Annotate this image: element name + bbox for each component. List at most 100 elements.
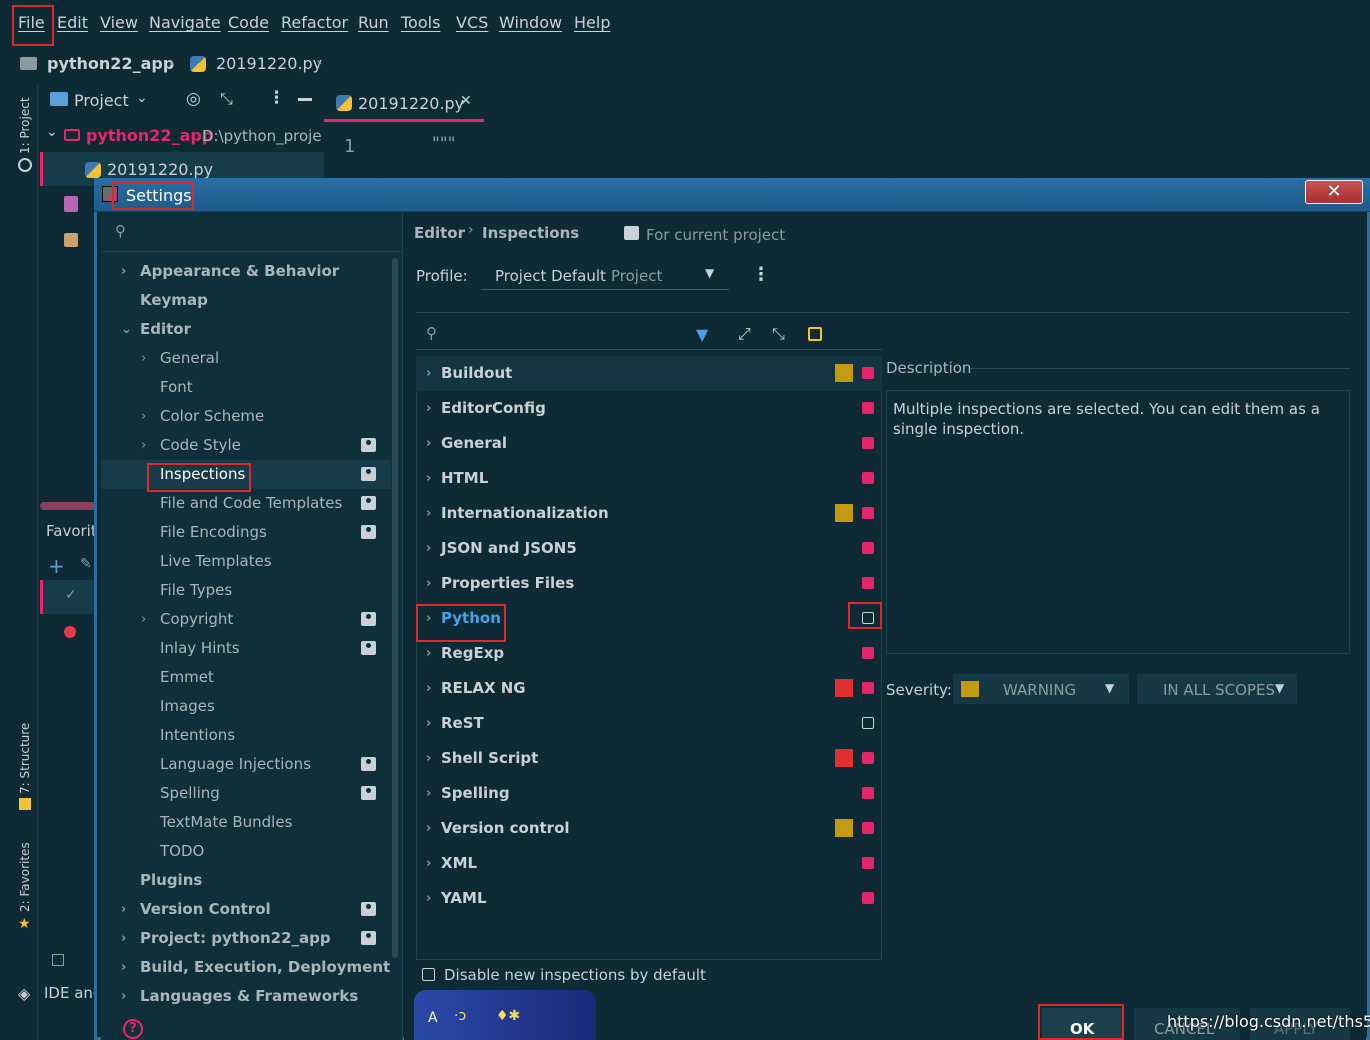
chevron-right-icon[interactable]: › [426, 496, 431, 531]
inspection-checkbox[interactable] [862, 892, 874, 904]
settings-tree-item[interactable]: Inspections [101, 460, 391, 489]
chevron-right-icon[interactable]: › [426, 671, 431, 706]
settings-tree-item[interactable]: Spelling [101, 779, 391, 808]
ok-button[interactable]: OK [1042, 1008, 1122, 1040]
chevron-right-icon[interactable]: › [121, 924, 126, 953]
settings-tree-item[interactable]: File Encodings [101, 518, 391, 547]
settings-tree-item[interactable]: Keymap [101, 286, 391, 315]
chevron-right-icon[interactable]: › [426, 601, 431, 636]
settings-tree-item[interactable]: TextMate Bundles [101, 808, 391, 837]
inspection-checkbox[interactable] [862, 402, 874, 414]
chevron-right-icon[interactable]: › [141, 605, 146, 634]
breadcrumb-project[interactable]: python22_app [47, 54, 174, 73]
settings-tree-item[interactable]: › Color Scheme [101, 402, 391, 431]
ime-punct-icon[interactable]: ·ↄ [454, 1008, 466, 1024]
settings-tree-item[interactable]: › Languages & Frameworks [101, 982, 391, 1011]
minimize-icon[interactable] [298, 98, 312, 101]
menu-window[interactable]: Window [499, 13, 562, 32]
chevron-right-icon[interactable]: › [141, 402, 146, 431]
settings-tree-item[interactable]: Font [101, 373, 391, 402]
collapse-icon[interactable]: ⤡ [220, 89, 233, 109]
inspection-checkbox[interactable] [862, 472, 874, 484]
reset-icon[interactable] [808, 327, 822, 341]
ime-skin-icon[interactable]: ♦✱ [496, 1008, 520, 1024]
chevron-down-icon[interactable]: ⌄ [121, 315, 132, 344]
inspection-checkbox[interactable] [862, 367, 874, 379]
help-icon[interactable]: ? [123, 1019, 143, 1039]
menu-view[interactable]: View [100, 13, 138, 32]
menu-run[interactable]: Run [358, 13, 389, 32]
menu-refactor[interactable]: Refactor [281, 13, 348, 32]
menu-tools[interactable]: Tools [401, 13, 440, 32]
scroll-thumb[interactable] [40, 502, 96, 510]
inspection-checkbox[interactable] [862, 507, 874, 519]
profile-menu-icon[interactable]: ⋮ [752, 264, 770, 285]
severity-select[interactable]: WARNING ▼ [953, 674, 1129, 704]
edit-icon[interactable]: ✎ [80, 556, 92, 572]
settings-tree-item[interactable]: › Copyright [101, 605, 391, 634]
chevron-right-icon[interactable]: › [121, 982, 126, 1011]
settings-search[interactable]: ⚲ [101, 212, 403, 252]
inspection-checkbox[interactable] [862, 682, 874, 694]
structure-tool-tab[interactable]: 7: Structure [18, 723, 32, 794]
settings-tree-item[interactable]: Emmet [101, 663, 391, 692]
editor-tab[interactable]: 20191220.py ✕ [324, 84, 484, 122]
menu-help[interactable]: Help [574, 13, 610, 32]
menu-vcs[interactable]: VCS [456, 13, 488, 32]
add-icon[interactable]: + [48, 554, 65, 578]
collapse-all-icon[interactable]: ⤡ [772, 324, 785, 344]
inspection-row[interactable]: › General [416, 426, 882, 461]
inspection-checkbox[interactable] [862, 542, 874, 554]
settings-tree-item[interactable]: › Version Control [101, 895, 391, 924]
chevron-down-icon[interactable]: ⌄ [136, 90, 148, 106]
chevron-right-icon[interactable]: › [426, 706, 431, 741]
profile-select[interactable]: Project Default Project ▼ [481, 262, 729, 290]
inspection-row[interactable]: › ReST [416, 706, 882, 741]
chevron-right-icon[interactable]: › [141, 344, 146, 373]
inspection-row[interactable]: › Shell Script [416, 741, 882, 776]
close-button[interactable]: ✕ [1305, 180, 1363, 204]
scope-select[interactable]: IN ALL SCOPES ▼ [1137, 674, 1297, 704]
menu-edit[interactable]: Edit [57, 13, 88, 32]
chevron-right-icon[interactable]: › [426, 811, 431, 846]
settings-tree-item[interactable]: File Types [101, 576, 391, 605]
inspection-row[interactable]: › Internationalization [416, 496, 882, 531]
disable-new-inspections[interactable]: Disable new inspections by default [422, 966, 862, 986]
inspection-row[interactable]: › Buildout [416, 356, 882, 391]
inspection-row[interactable]: › Version control [416, 811, 882, 846]
settings-tree-item[interactable]: File and Code Templates [101, 489, 391, 518]
settings-tree-item[interactable]: ⌄ Editor [101, 315, 391, 344]
target-icon[interactable]: ◎ [186, 89, 201, 109]
chevron-right-icon[interactable]: › [426, 566, 431, 601]
favorites-item[interactable]: ✓ [40, 580, 96, 614]
chevron-right-icon[interactable]: › [426, 846, 431, 881]
chevron-right-icon[interactable]: › [426, 741, 431, 776]
inspection-checkbox[interactable] [862, 647, 874, 659]
filter-icon[interactable]: ▼ [696, 325, 708, 344]
chevron-right-icon[interactable]: › [426, 881, 431, 916]
breadcrumb-file[interactable]: 20191220.py [216, 54, 322, 73]
inspection-checkbox[interactable] [862, 717, 874, 729]
inspection-row[interactable]: › RegExp [416, 636, 882, 671]
inspection-row[interactable]: › Python [416, 601, 882, 636]
chevron-right-icon[interactable]: › [121, 895, 126, 924]
chevron-right-icon[interactable]: › [426, 776, 431, 811]
chevron-right-icon[interactable]: › [426, 636, 431, 671]
settings-tree-item[interactable]: › Appearance & Behavior [101, 257, 391, 286]
chevron-right-icon[interactable]: › [426, 391, 431, 426]
project-tool-tab[interactable]: 1: Project [18, 97, 32, 154]
inspection-checkbox[interactable] [862, 752, 874, 764]
expand-all-icon[interactable]: ⤢ [738, 324, 751, 344]
chevron-right-icon[interactable]: › [426, 426, 431, 461]
settings-tree-item[interactable]: Live Templates [101, 547, 391, 576]
tree-scrollbar[interactable] [392, 258, 398, 958]
breadcrumb-editor[interactable]: Editor [414, 224, 465, 242]
more-icon[interactable]: ⋮ [268, 88, 285, 108]
settings-tree-item[interactable]: Plugins [101, 866, 391, 895]
inspection-checkbox[interactable] [862, 857, 874, 869]
inspection-row[interactable]: › RELAX NG [416, 671, 882, 706]
close-tab-icon[interactable]: ✕ [460, 93, 472, 109]
inspection-row[interactable]: › YAML [416, 881, 882, 916]
menu-file[interactable]: File [18, 13, 45, 32]
chevron-right-icon[interactable]: › [426, 531, 431, 566]
